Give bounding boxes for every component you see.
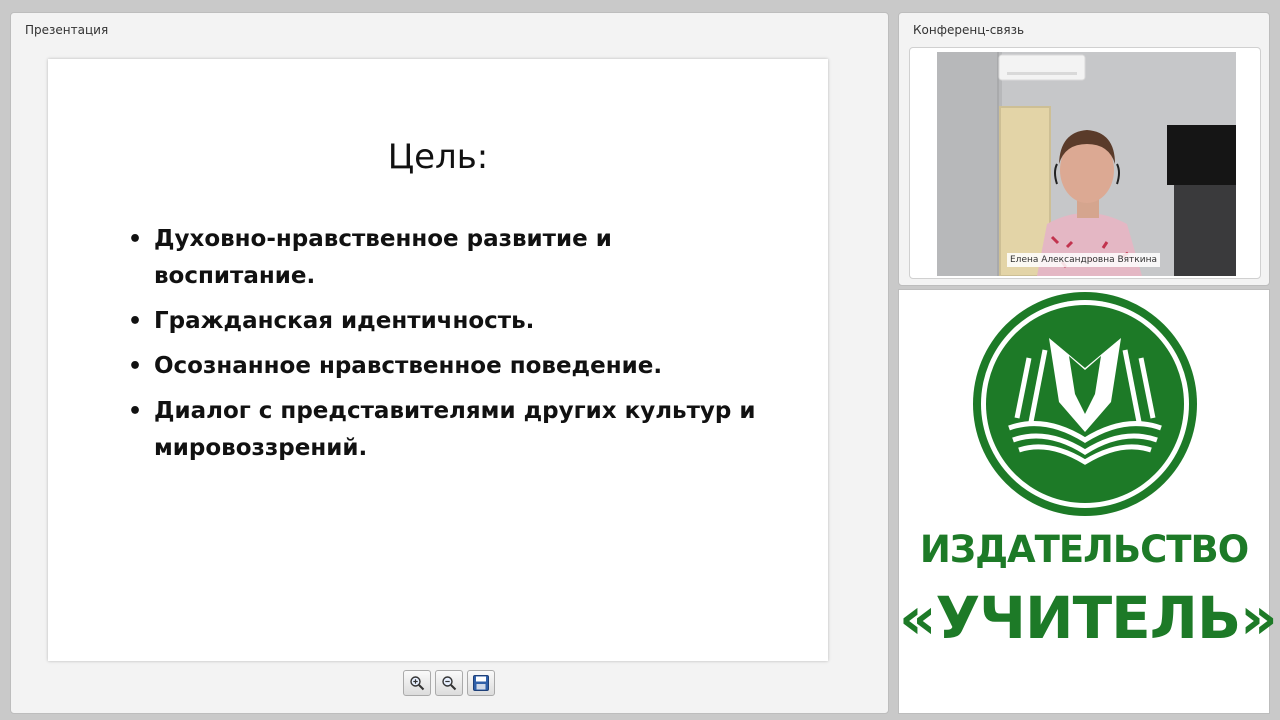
video-scene [937,52,1236,276]
zoom-in-button[interactable] [403,670,431,696]
presentation-panel: Презентация Цель: • Духовно-нравственное … [10,12,889,714]
save-button[interactable] [467,670,495,696]
slide-bullet: • Осознанное нравственное поведение. [126,348,766,385]
bullet-dot-icon: • [128,399,143,424]
bullet-dot-icon: • [128,354,143,379]
slide-bullet-text: Гражданская идентичность. [154,308,535,334]
publisher-name-line1: ИЗДАТЕЛЬСТВО [919,528,1249,571]
conference-panel: Конференц-связь Елена Александровна Вятк… [898,12,1270,286]
slide-bullet-text: Диалог с представителями других культур … [154,398,756,461]
video-frame: Елена Александровна Вяткина [909,47,1261,279]
conference-panel-title: Конференц-связь [913,23,1025,37]
publisher-logo-panel: ИЗДАТЕЛЬСТВО «УЧИТЕЛЬ» [898,289,1278,714]
zoom-out-button[interactable] [435,670,463,696]
slide-bullet-text: Осознанное нравственное поведение. [154,353,663,379]
slide-bullet: • Духовно-нравственное развитие и воспита… [126,221,766,295]
slide-title: Цель: [387,137,489,177]
presentation-toolbar [403,670,495,696]
participant-video[interactable]: Елена Александровна Вяткина [937,52,1236,276]
bullet-dot-icon: • [128,227,143,252]
bullet-dot-icon: • [128,309,143,334]
slide-bullet: • Гражданская идентичность. [126,303,766,340]
save-icon [473,675,489,691]
slide: Цель: • Духовно-нравственное развитие и в… [48,59,828,661]
slide-bullet-text: Духовно-нравственное развитие и воспитан… [154,226,612,289]
zoom-in-icon [410,676,425,691]
participant-name-label: Елена Александровна Вяткина [1007,253,1160,267]
slide-bullet: • Диалог с представителями других культур… [126,393,766,467]
zoom-out-icon [442,676,457,691]
publisher-emblem-icon [973,292,1197,516]
publisher-name-line2: «УЧИТЕЛЬ» [899,584,1278,652]
presentation-panel-title: Презентация [25,23,109,37]
slide-bullet-list: • Духовно-нравственное развитие и воспита… [126,221,766,475]
